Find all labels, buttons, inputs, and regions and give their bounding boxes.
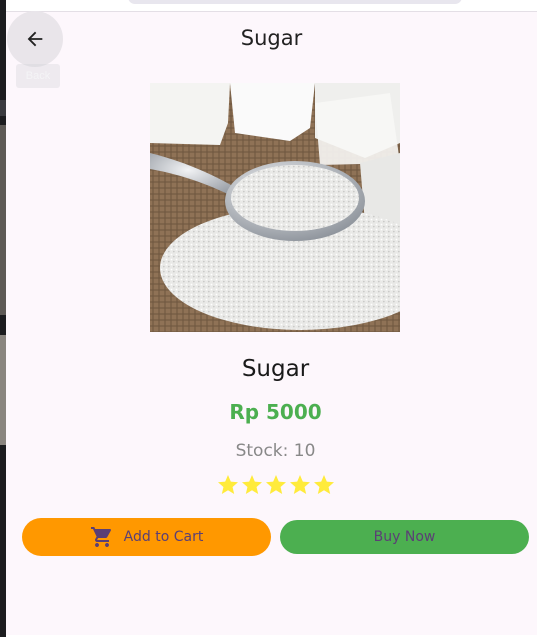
product-stock: Stock: 10	[235, 441, 316, 461]
page-title: Sugar	[240, 26, 303, 50]
sugar-spoon-image	[150, 83, 400, 332]
buy-now-label: Buy Now	[373, 529, 436, 545]
background-search-bar	[128, 0, 462, 4]
star-icon	[265, 475, 286, 494]
buy-now-button[interactable]: Buy Now	[280, 520, 529, 554]
star-icon	[217, 475, 238, 494]
star-icon	[241, 475, 262, 494]
rating-stars	[6, 473, 537, 497]
star-icon	[289, 475, 310, 494]
add-to-cart-button[interactable]: Add to Cart	[22, 518, 271, 556]
add-to-cart-label: Add to Cart	[123, 529, 204, 545]
star-icon	[313, 475, 334, 494]
product-name: Sugar	[241, 356, 310, 382]
product-price: Rp 5000	[229, 400, 322, 424]
shopping-cart-icon	[90, 527, 111, 547]
back-tooltip: Back	[16, 64, 60, 88]
